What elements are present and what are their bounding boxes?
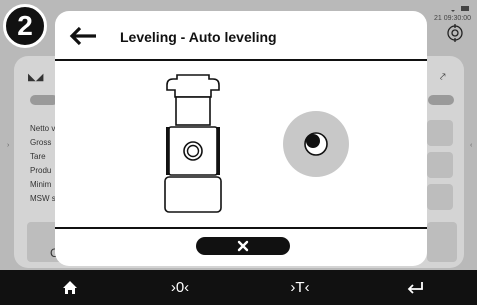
- status-time: 21 09:30:00: [434, 15, 471, 22]
- close-icon: [237, 240, 249, 252]
- bg-label-msw: MSW s: [30, 194, 56, 203]
- close-button[interactable]: [196, 237, 290, 255]
- bg-bar-left: [30, 95, 58, 105]
- bg-label-product: Produ: [30, 166, 52, 175]
- dialog-header: Leveling - Auto leveling: [55, 11, 427, 61]
- back-arrow-icon[interactable]: [68, 25, 98, 47]
- bottom-bar: ›0‹ ›T‹: [0, 270, 477, 305]
- enter-icon: [407, 281, 423, 294]
- level-indicator: [283, 111, 349, 177]
- home-icon: [63, 281, 77, 294]
- enter-button[interactable]: [385, 270, 445, 305]
- bg-label-netto: Netto v: [30, 124, 56, 133]
- bg-box-bottom-right: [427, 222, 457, 262]
- tilt-right-icon: ⤤: [440, 72, 446, 83]
- dialog-footer-divider: [55, 227, 427, 229]
- scale-device-illustration: [164, 74, 222, 213]
- tilt-left-icon: ◣◢: [28, 72, 44, 83]
- bg-label-tare: Tare: [30, 152, 46, 161]
- bg-bar-right: [428, 95, 454, 105]
- bg-label-gross: Gross: [30, 138, 52, 147]
- zero-button[interactable]: ›0‹: [150, 270, 210, 305]
- leveling-dialog: Leveling - Auto leveling: [55, 11, 427, 266]
- app-screen: 21 09:30:00 ◣◢ ⤤ Netto v Gross Tare Prod…: [0, 0, 477, 305]
- status-bar: 21 09:30:00: [434, 5, 471, 23]
- status-icons: [434, 5, 471, 15]
- left-edge-arrow[interactable]: ›: [7, 142, 9, 149]
- right-edge-arrow[interactable]: ‹: [470, 142, 472, 149]
- bg-box-1: [427, 120, 453, 146]
- home-button[interactable]: [40, 270, 100, 305]
- level-bubble-icon: [304, 132, 328, 156]
- dialog-title: Leveling - Auto leveling: [120, 29, 277, 45]
- bg-box-2: [427, 152, 453, 178]
- bg-box-3: [427, 184, 453, 210]
- crosshair-icon[interactable]: [446, 24, 464, 42]
- bg-label-minimum: Minim: [30, 180, 52, 189]
- wifi-battery-icon: [451, 6, 469, 12]
- step-number-badge: 2: [3, 4, 47, 48]
- tare-button[interactable]: ›T‹: [270, 270, 330, 305]
